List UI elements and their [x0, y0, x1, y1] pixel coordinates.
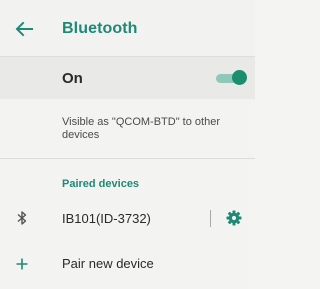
bluetooth-settings-screen: Bluetooth On Visible as "QCOM-BTD" to ot… [0, 0, 255, 289]
plus-icon [16, 258, 28, 270]
bluetooth-icon [17, 211, 27, 225]
page-title: Bluetooth [62, 20, 138, 37]
visibility-description: Visible as "QCOM-BTD" to other devices [62, 116, 220, 141]
section-divider [0, 158, 255, 159]
bluetooth-toggle[interactable] [216, 70, 247, 86]
pair-new-device-row[interactable]: Pair new device [0, 248, 255, 282]
pair-new-device-label: Pair new device [62, 256, 154, 271]
row-separator [210, 210, 211, 227]
paired-device-name: IB101(ID-3732) [62, 211, 151, 226]
bluetooth-master-switch-bar[interactable]: On [0, 57, 255, 99]
paired-device-row[interactable]: IB101(ID-3732) [0, 200, 255, 236]
app-bar: Bluetooth [0, 0, 255, 57]
toggle-thumb [232, 70, 247, 85]
gear-icon[interactable] [226, 210, 242, 226]
master-switch-label: On [62, 70, 83, 87]
paired-devices-header: Paired devices [62, 178, 140, 190]
arrow-back-icon[interactable] [14, 20, 34, 38]
